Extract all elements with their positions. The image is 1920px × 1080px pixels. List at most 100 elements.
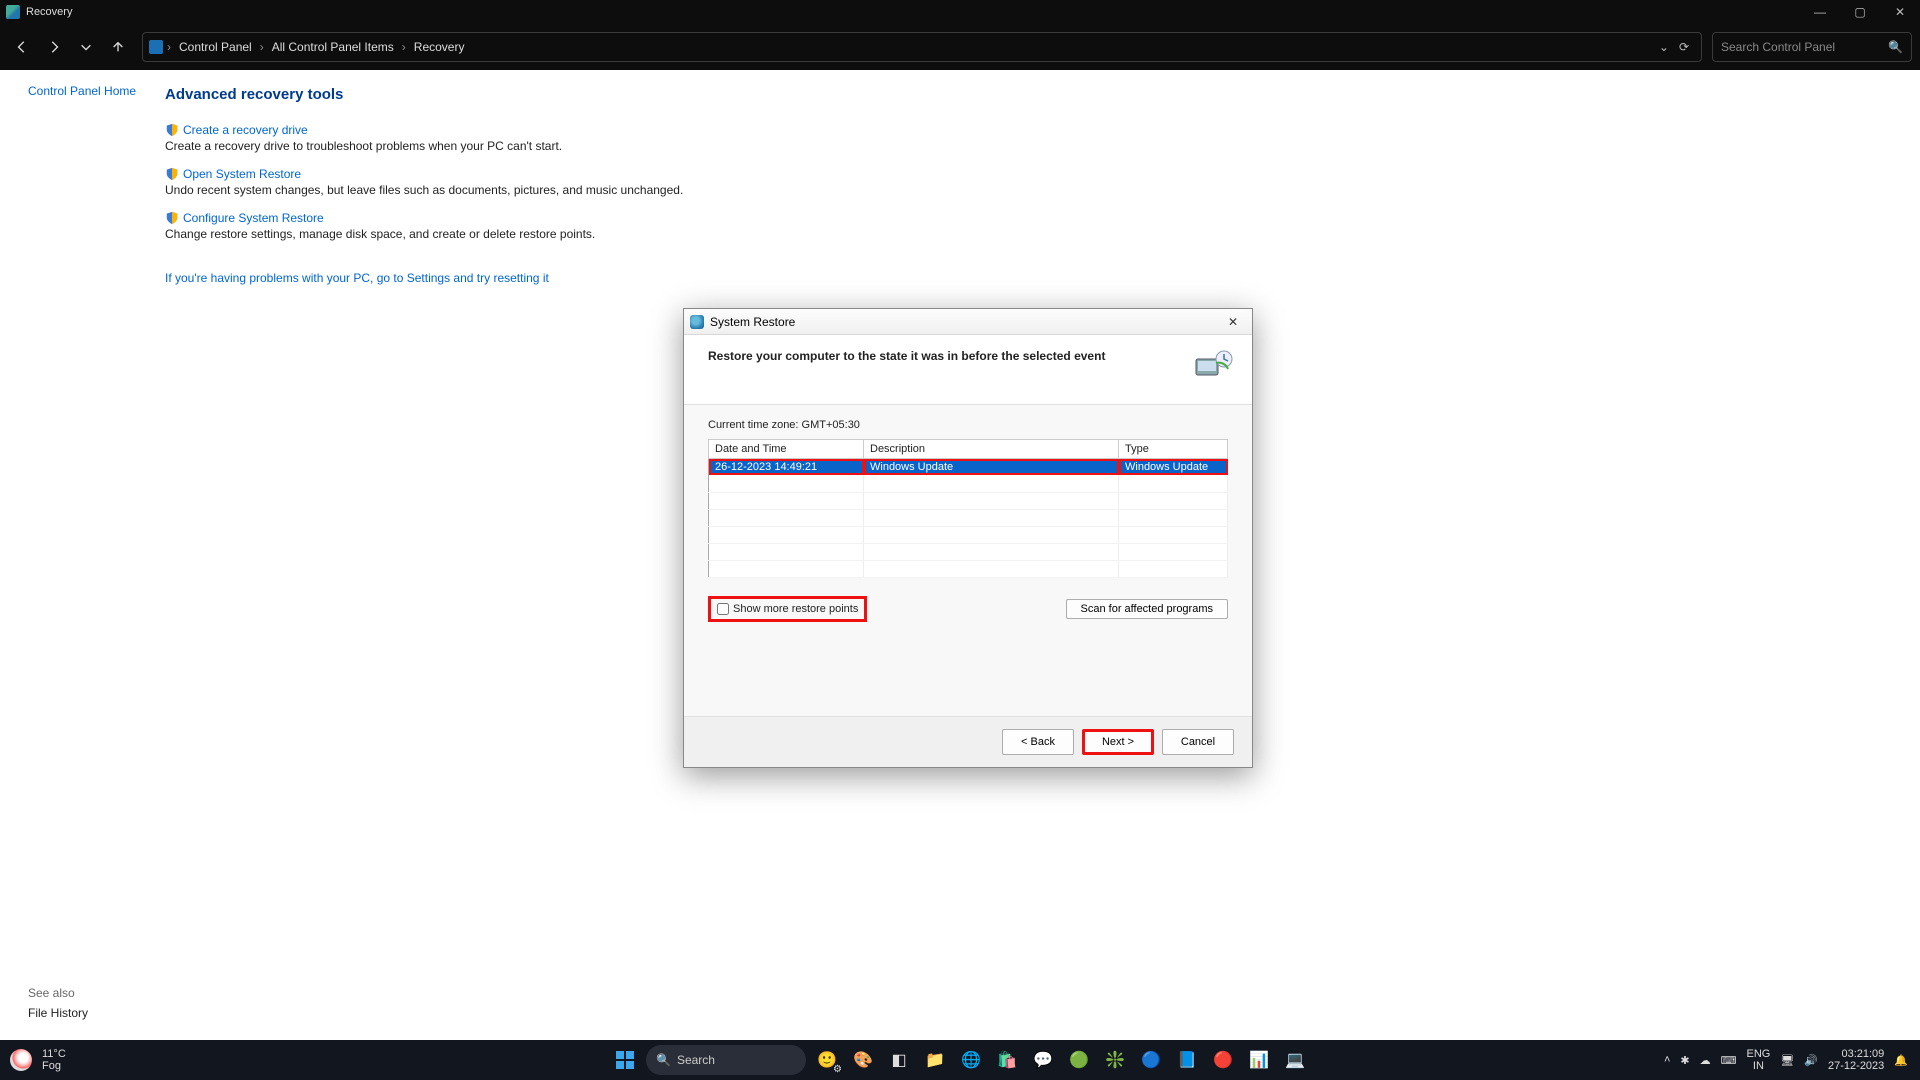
taskbar-app-1[interactable]: 🎨 — [848, 1045, 878, 1075]
show-more-checkbox-input[interactable] — [717, 603, 729, 615]
notifications-icon[interactable]: 🔔 — [1894, 1054, 1908, 1067]
file-history-link[interactable]: File History — [28, 1006, 88, 1020]
control-panel-home-link[interactable]: Control Panel Home — [28, 84, 136, 98]
table-row — [709, 492, 1228, 509]
create-recovery-drive-link[interactable]: Create a recovery drive — [183, 123, 308, 137]
taskbar-app-spotify[interactable]: 🟢 — [1064, 1045, 1094, 1075]
open-system-restore-desc: Undo recent system changes, but leave fi… — [165, 183, 1920, 197]
show-more-label: Show more restore points — [733, 603, 858, 615]
table-row — [709, 475, 1228, 492]
taskbar-app-vscode[interactable]: 📘 — [1172, 1045, 1202, 1075]
clock[interactable]: 03:21:09 27-12-2023 — [1828, 1048, 1884, 1072]
taskbar-app-chrome[interactable]: 🔵 — [1136, 1045, 1166, 1075]
chevron-right-icon: › — [260, 40, 264, 54]
back-button[interactable] — [8, 33, 36, 61]
dialog-close-button[interactable]: ✕ — [1214, 309, 1252, 335]
taskbar: 11°C Fog 🔍 Search 🙂⚙ 🎨 ◧ 📁 🌐 🛍️ 💬 🟢 ❇️ 🔵… — [0, 1040, 1920, 1080]
open-system-restore-link[interactable]: Open System Restore — [183, 167, 301, 181]
search-input[interactable]: Search Control Panel 🔍 — [1712, 32, 1912, 62]
system-restore-dialog: System Restore ✕ Restore your computer t… — [683, 308, 1253, 768]
table-row — [709, 509, 1228, 526]
breadcrumb-mid[interactable]: All Control Panel Items — [268, 38, 398, 56]
chevron-right-icon: › — [402, 40, 406, 54]
dialog-footer: < Back Next > Cancel — [684, 716, 1252, 767]
configure-system-restore-desc: Change restore settings, manage disk spa… — [165, 227, 1920, 241]
restore-points-table[interactable]: Date and Time Description Type 26-12-202… — [708, 439, 1228, 578]
forward-button[interactable] — [40, 33, 68, 61]
address-dropdown-icon[interactable]: ⌄ — [1659, 40, 1669, 54]
taskbar-weather[interactable]: 11°C Fog — [0, 1048, 66, 1072]
page-heading: Advanced recovery tools — [165, 86, 1920, 103]
dialog-header-text: Restore your computer to the state it wa… — [708, 349, 1105, 363]
tool-configure-system-restore: Configure System Restore Change restore … — [165, 211, 1920, 241]
taskbar-app-restore[interactable]: 💻 — [1280, 1045, 1310, 1075]
col-description[interactable]: Description — [864, 440, 1119, 459]
search-icon: 🔍 — [656, 1053, 671, 1067]
titlebar: Recovery — ▢ ✕ — [0, 0, 1920, 24]
toolbar: › Control Panel › All Control Panel Item… — [0, 24, 1920, 70]
sidebar: Control Panel Home — [0, 70, 165, 1040]
table-row — [709, 543, 1228, 560]
configure-system-restore-link[interactable]: Configure System Restore — [183, 211, 324, 225]
dialog-body: Current time zone: GMT+05:30 Date and Ti… — [684, 405, 1252, 716]
tool-open-system-restore: Open System Restore Undo recent system c… — [165, 167, 1920, 197]
refresh-icon[interactable]: ⟳ — [1679, 40, 1689, 54]
dialog-header: Restore your computer to the state it wa… — [684, 335, 1252, 405]
weather-temp: 11°C — [42, 1048, 66, 1060]
taskbar-center: 🔍 Search 🙂⚙ 🎨 ◧ 📁 🌐 🛍️ 💬 🟢 ❇️ 🔵 📘 🔴 📊 💻 — [610, 1045, 1310, 1075]
back-button-dialog[interactable]: < Back — [1002, 729, 1074, 755]
address-bar[interactable]: › Control Panel › All Control Panel Item… — [142, 32, 1702, 62]
recent-dropdown[interactable] — [72, 33, 100, 61]
taskbar-app-copilot[interactable]: 🙂⚙ — [812, 1045, 842, 1075]
timezone-label: Current time zone: GMT+05:30 — [708, 419, 1228, 431]
up-button[interactable] — [104, 33, 132, 61]
table-row — [709, 560, 1228, 577]
scan-affected-programs-button[interactable]: Scan for affected programs — [1066, 599, 1228, 619]
window-title: Recovery — [26, 6, 72, 18]
breadcrumb-leaf[interactable]: Recovery — [410, 38, 469, 56]
search-icon: 🔍 — [1888, 40, 1903, 54]
dialog-titlebar[interactable]: System Restore ✕ — [684, 309, 1252, 335]
search-placeholder: Search Control Panel — [1721, 40, 1835, 54]
maximize-button[interactable]: ▢ — [1840, 0, 1880, 24]
shield-icon — [165, 211, 179, 225]
settings-reset-link[interactable]: If you're having problems with your PC, … — [165, 271, 549, 285]
col-type[interactable]: Type — [1119, 440, 1228, 459]
clock-time: 03:21:09 — [1841, 1048, 1884, 1060]
taskbar-search[interactable]: 🔍 Search — [646, 1045, 806, 1075]
minimize-button[interactable]: — — [1800, 0, 1840, 24]
show-more-restore-points-checkbox[interactable]: Show more restore points — [708, 596, 867, 622]
cancel-button[interactable]: Cancel — [1162, 729, 1234, 755]
breadcrumb-root[interactable]: Control Panel — [175, 38, 256, 56]
dialog-title: System Restore — [710, 315, 795, 329]
tray-keyboard-icon[interactable]: ⌨ — [1721, 1054, 1737, 1067]
shield-icon — [165, 167, 179, 181]
close-window-button[interactable]: ✕ — [1880, 0, 1920, 24]
volume-icon[interactable]: 🔊 — [1804, 1054, 1818, 1067]
start-button[interactable] — [610, 1045, 640, 1075]
tray-onedrive-icon[interactable]: ☁ — [1700, 1054, 1711, 1067]
taskbar-app-red[interactable]: 🔴 — [1208, 1045, 1238, 1075]
app-icon — [6, 5, 20, 19]
cell-type: Windows Update — [1119, 459, 1228, 476]
taskbar-app-slack[interactable]: ❇️ — [1100, 1045, 1130, 1075]
tray-icon-1[interactable]: ✱ — [1680, 1054, 1689, 1067]
taskbar-app-edge[interactable]: 🌐 — [956, 1045, 986, 1075]
taskbar-app-taskview[interactable]: ◧ — [884, 1045, 914, 1075]
language-indicator[interactable]: ENG IN — [1747, 1048, 1771, 1072]
taskbar-app-explorer[interactable]: 📁 — [920, 1045, 950, 1075]
taskbar-app-whatsapp[interactable]: 💬 — [1028, 1045, 1058, 1075]
restore-point-row-selected[interactable]: 26-12-2023 14:49:21 Windows Update Windo… — [709, 459, 1228, 476]
see-also-header: See also — [28, 986, 88, 1000]
control-panel-icon — [149, 40, 163, 54]
clock-date: 27-12-2023 — [1828, 1060, 1884, 1072]
network-icon[interactable]: 🖥 — [1780, 1054, 1794, 1067]
weather-cond: Fog — [42, 1060, 66, 1072]
tray-chevron-icon[interactable]: ˄ — [1664, 1054, 1670, 1066]
next-button[interactable]: Next > — [1082, 729, 1154, 755]
taskbar-search-label: Search — [677, 1053, 715, 1067]
col-date-time[interactable]: Date and Time — [709, 440, 864, 459]
taskbar-app-store[interactable]: 🛍️ — [992, 1045, 1022, 1075]
create-recovery-drive-desc: Create a recovery drive to troubleshoot … — [165, 139, 1920, 153]
taskbar-app-monitor[interactable]: 📊 — [1244, 1045, 1274, 1075]
